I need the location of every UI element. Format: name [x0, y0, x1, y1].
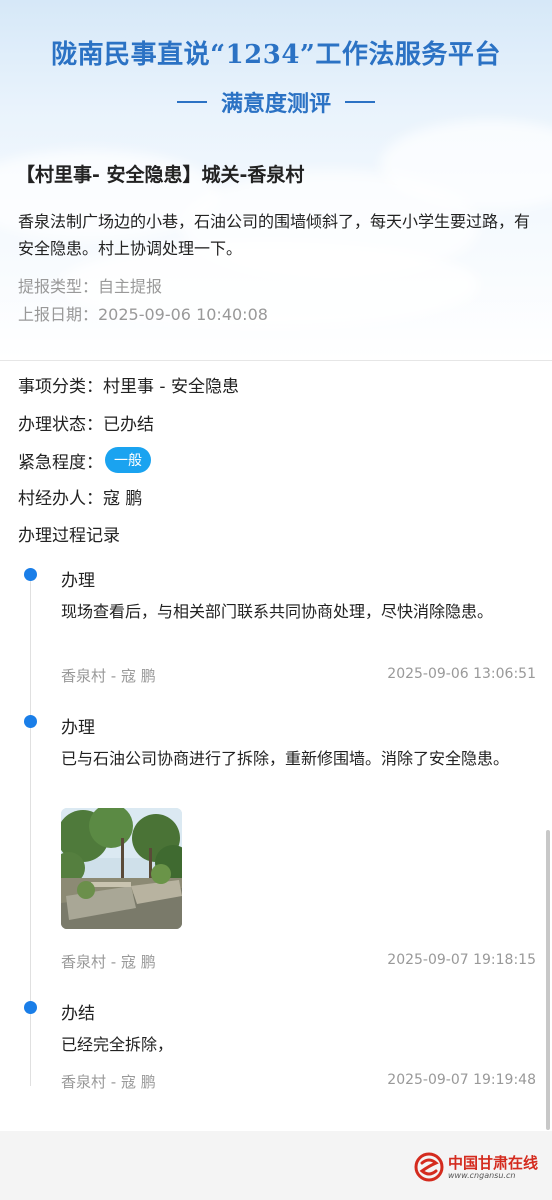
record-time: 2025-09-07 19:18:15 [387, 952, 536, 968]
record-title: 办理 [61, 571, 95, 591]
status-row: 办理状态：已办结 [18, 415, 154, 435]
record-title: 办理 [61, 718, 95, 738]
record-author: 香泉村 - 寇 鹏 [61, 953, 156, 971]
record-content: 已与石油公司协商进行了拆除，重新修围墙。消除了安全隐患。 [61, 749, 510, 768]
section-divider [0, 360, 552, 361]
dot-icon [24, 715, 37, 728]
logo-url: www.cngansu.cn [447, 1170, 516, 1180]
subtitle-right-line [345, 101, 375, 103]
dot-icon [24, 568, 37, 581]
app-title: 陇南民事直说“1234”工作法服务平台 [51, 40, 501, 70]
urgency-row: 紧急程度： 一般 [18, 447, 151, 473]
record-time: 2025-09-06 13:06:51 [387, 666, 536, 682]
handler-row: 村经办人：寇 鹏 [18, 489, 143, 509]
urgency-label: 紧急程度： [18, 452, 103, 473]
records-title: 办理过程记录 [18, 526, 120, 546]
photo-image [61, 808, 182, 929]
record-content: 现场查看后，与相关部门联系共同协商处理，尽快消除隐患。 [61, 602, 494, 621]
report-date: 上报日期：2025-09-06 10:40:08 [18, 305, 268, 324]
dot-icon [24, 1001, 37, 1014]
case-title: 【村里事- 安全隐患】城关-香泉村 [16, 164, 305, 186]
record-photo[interactable] [61, 808, 182, 929]
subtitle-left-line [176, 101, 207, 103]
case-description: 香泉法制广场边的小巷，石油公司的围墙倾斜了，每天小学生要过路，有安全隐患。村上协… [18, 212, 531, 258]
record-author: 香泉村 - 寇 鹏 [61, 1073, 156, 1091]
logo-text: 中国甘肃在线 [447, 1153, 538, 1172]
report-type: 提报类型：自主提报 [18, 277, 163, 296]
urgency-badge: 一般 [105, 447, 151, 473]
record-author: 香泉村 - 寇 鹏 [61, 667, 156, 685]
subtitle-row: 满意度测评 [0, 86, 552, 118]
record-time: 2025-09-07 19:19:48 [387, 1072, 536, 1088]
logo-icon [414, 1152, 444, 1182]
app-subtitle: 满意度测评 [220, 91, 331, 117]
record-content: 已经完全拆除， [61, 1035, 174, 1054]
record-title: 办结 [61, 1004, 95, 1024]
logo-text-block: 中国甘肃在线 www.cngansu.cn [448, 1155, 538, 1180]
category-row: 事项分类：村里事 - 安全隐患 [18, 377, 239, 397]
cngansu-logo: 中国甘肃在线 www.cngansu.cn [414, 1152, 538, 1182]
scrollbar[interactable] [546, 830, 550, 1130]
